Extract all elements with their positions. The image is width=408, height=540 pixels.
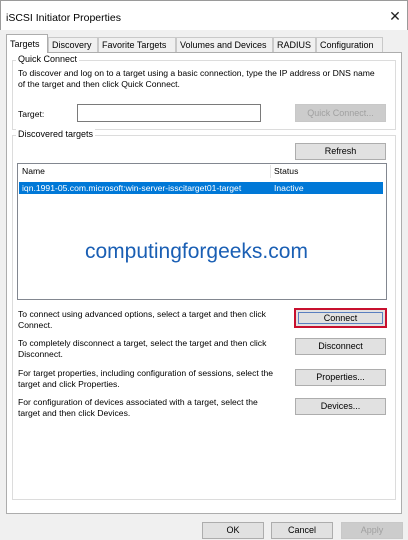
quick-connect-button[interactable]: Quick Connect... — [295, 104, 386, 122]
quick-connect-legend: Quick Connect — [16, 54, 80, 64]
discovered-targets-legend: Discovered targets — [16, 129, 96, 139]
column-header-status[interactable]: Status — [271, 165, 384, 178]
cancel-button[interactable]: Cancel — [271, 522, 333, 539]
target-input[interactable] — [77, 104, 261, 122]
connect-description: To connect using advanced options, selec… — [18, 309, 266, 330]
disconnect-button[interactable]: Disconnect — [295, 338, 386, 355]
apply-button[interactable]: Apply — [341, 522, 403, 539]
watermark-text: computingforgeeks.com — [85, 240, 308, 263]
window-title: iSCSI Initiator Properties — [6, 12, 121, 24]
tab-discovery[interactable]: Discovery — [48, 37, 98, 52]
target-label: Target: — [18, 109, 45, 119]
column-header-name[interactable]: Name — [18, 165, 271, 178]
properties-description: For target properties, including configu… — [18, 368, 274, 389]
quick-connect-description: To discover and log on to a target using… — [18, 68, 375, 89]
tab-volumes-and-devices[interactable]: Volumes and Devices — [176, 37, 273, 52]
disconnect-description: To completely disconnect a target, selec… — [18, 338, 267, 359]
devices-button[interactable]: Devices... — [295, 398, 386, 415]
table-row[interactable]: iqn.1991-05.com.microsoft:win-server-iss… — [19, 182, 383, 194]
target-status-cell: Inactive — [274, 183, 304, 193]
refresh-button[interactable]: Refresh — [295, 143, 386, 160]
ok-button[interactable]: OK — [202, 522, 264, 539]
properties-button[interactable]: Properties... — [295, 369, 386, 386]
devices-description: For configuration of devices associated … — [18, 397, 258, 418]
connect-button[interactable]: Connect — [294, 308, 387, 328]
tab-configuration[interactable]: Configuration — [316, 37, 383, 52]
target-name-cell: iqn.1991-05.com.microsoft:win-server-iss… — [22, 183, 242, 193]
focus-rectangle — [298, 312, 383, 324]
tab-radius[interactable]: RADIUS — [273, 37, 316, 52]
tab-favorite-targets[interactable]: Favorite Targets — [98, 37, 176, 52]
tab-targets[interactable]: Targets — [6, 34, 48, 53]
close-icon[interactable]: ✕ — [387, 8, 403, 24]
